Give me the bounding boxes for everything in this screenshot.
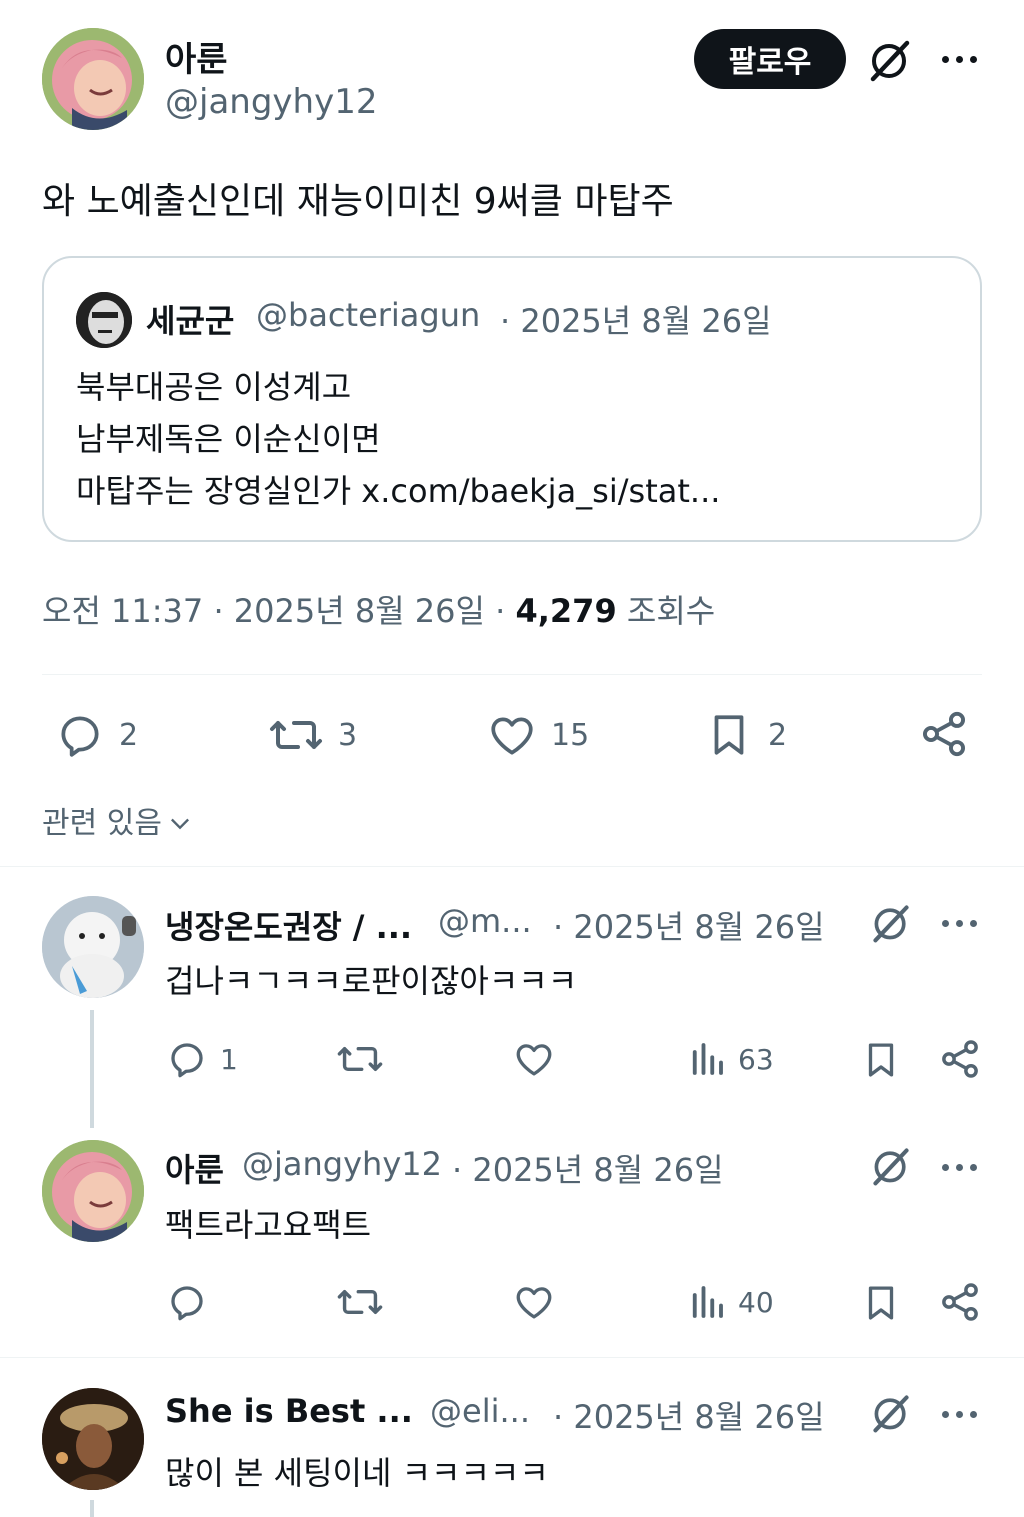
quote-card[interactable]: 세균군 @bacteriagun · 2025년 8월 26일 북부대공은 이성… xyxy=(42,256,982,542)
reply-button[interactable]: 1 xyxy=(166,1038,238,1080)
reply-author-name[interactable]: She is Best ... xyxy=(165,1392,413,1430)
reply-avatar[interactable] xyxy=(42,1388,144,1490)
like-count: 15 xyxy=(551,717,590,753)
heart-icon xyxy=(516,1044,552,1076)
share-button[interactable] xyxy=(938,1037,982,1081)
reply-author-handle[interactable]: @m... xyxy=(438,902,532,940)
quote-date: · 2025년 8월 26일 xyxy=(500,302,772,340)
repost-arrows-icon xyxy=(337,1046,383,1071)
divider xyxy=(0,1357,1024,1358)
grok-icon[interactable] xyxy=(870,1145,912,1191)
bar-chart-icon xyxy=(692,1286,723,1318)
repost-count: 3 xyxy=(338,717,358,753)
grok-icon[interactable] xyxy=(870,1392,912,1438)
reply-count: 2 xyxy=(119,717,139,753)
grok-icon[interactable] xyxy=(867,37,913,87)
views-count: 40 xyxy=(738,1285,774,1319)
repost-arrows-icon xyxy=(337,1289,383,1314)
bookmark-icon xyxy=(868,1043,894,1077)
divider xyxy=(0,866,1024,867)
bookmark-icon xyxy=(714,715,744,755)
quote-line-3: 마탑주는 장영실인가 x.com/baekja_si/stat... xyxy=(76,472,721,510)
reply-author-name[interactable]: 냉장온도권장 / ... xyxy=(165,902,412,948)
reply-count: 1 xyxy=(220,1042,238,1076)
bar-chart-icon xyxy=(692,1043,723,1075)
share-button[interactable] xyxy=(938,1280,982,1324)
avatar-illustration xyxy=(42,28,144,130)
reply-avatar[interactable] xyxy=(42,896,144,998)
share-icon xyxy=(922,711,966,757)
bookmark-button[interactable] xyxy=(860,1281,902,1325)
heart-icon xyxy=(516,1287,552,1319)
author-avatar[interactable] xyxy=(42,28,144,130)
heart-icon xyxy=(491,717,533,755)
more-dots-icon[interactable] xyxy=(942,1411,977,1418)
share-button[interactable] xyxy=(918,708,970,760)
like-button[interactable] xyxy=(512,1281,556,1323)
views-label: 조회수 xyxy=(626,592,716,630)
like-button[interactable]: 15 xyxy=(487,710,589,760)
bookmark-button[interactable]: 2 xyxy=(704,710,787,760)
post-text: 와 노예출신인데 재능이미친 9써클 마탑주 xyxy=(42,181,674,222)
share-icon xyxy=(942,1040,978,1078)
author-name[interactable]: 아룬 xyxy=(165,32,228,81)
reply-date: · 2025년 8월 26일 xyxy=(553,1398,825,1436)
bookmark-button[interactable] xyxy=(860,1038,902,1082)
reply-text: 겁나ㅋㄱㅋㅋ로판이잖아ㅋㅋㅋ xyxy=(165,962,578,1000)
reply-button[interactable] xyxy=(166,1281,220,1323)
follow-button[interactable]: 팔로우 xyxy=(694,29,846,89)
views-button[interactable]: 63 xyxy=(688,1038,774,1080)
thread-line xyxy=(90,1010,94,1128)
repost-button[interactable]: 3 xyxy=(268,710,357,760)
reply-author-handle[interactable]: @eli... xyxy=(430,1392,530,1430)
divider xyxy=(42,674,982,675)
quote-author-avatar xyxy=(76,292,132,348)
post-meta: 오전 11:37 · 2025년 8월 26일 · 4,279 조회수 xyxy=(42,586,715,632)
follow-label: 팔로우 xyxy=(728,45,812,80)
repost-button[interactable] xyxy=(336,1038,384,1080)
bookmark-icon xyxy=(868,1286,894,1320)
more-dots-icon[interactable] xyxy=(942,1164,977,1171)
speech-bubble-icon xyxy=(171,1286,203,1321)
reply-avatar[interactable] xyxy=(42,1140,144,1242)
chevron-down-icon xyxy=(170,818,189,830)
repost-button[interactable] xyxy=(336,1281,384,1323)
author-handle[interactable]: @jangyhy12 xyxy=(165,82,377,122)
related-label: 관련 있음 xyxy=(42,806,162,841)
quote-author-name: 세균군 xyxy=(146,302,235,340)
more-dots-icon[interactable] xyxy=(942,56,977,63)
related-toggle[interactable]: 관련 있음 xyxy=(42,798,194,842)
reply-date: · 2025년 8월 26일 xyxy=(553,908,825,946)
quote-author-handle: @bacteriagun xyxy=(256,296,481,334)
speech-bubble-icon xyxy=(61,716,99,757)
reply-text: 팩트라고요팩트 xyxy=(165,1206,372,1244)
share-icon xyxy=(942,1283,978,1321)
thread-line xyxy=(90,1500,94,1517)
reply-text: 많이 본 세팅이네 ㅋㅋㅋㅋㅋ xyxy=(165,1454,549,1492)
views-button[interactable]: 40 xyxy=(688,1281,774,1323)
reply-button[interactable]: 2 xyxy=(55,710,138,760)
views-count: 63 xyxy=(738,1042,774,1076)
grok-icon[interactable] xyxy=(870,902,912,948)
post-time: 오전 11:37 · 2025년 8월 26일 · xyxy=(42,592,506,630)
reply-author-name[interactable]: 아룬 xyxy=(165,1145,224,1191)
speech-bubble-icon xyxy=(171,1043,203,1078)
bookmark-count: 2 xyxy=(768,717,788,753)
more-dots-icon[interactable] xyxy=(942,920,977,927)
reply-date: · 2025년 8월 26일 xyxy=(452,1151,724,1189)
quote-line-2: 남부제독은 이순신이면 xyxy=(76,420,381,458)
like-button[interactable] xyxy=(512,1038,556,1080)
repost-arrows-icon xyxy=(270,721,322,749)
reply-author-handle[interactable]: @jangyhy12 xyxy=(242,1145,442,1183)
quote-line-1: 북부대공은 이성계고 xyxy=(76,368,352,406)
views-count: 4,279 xyxy=(515,592,617,630)
